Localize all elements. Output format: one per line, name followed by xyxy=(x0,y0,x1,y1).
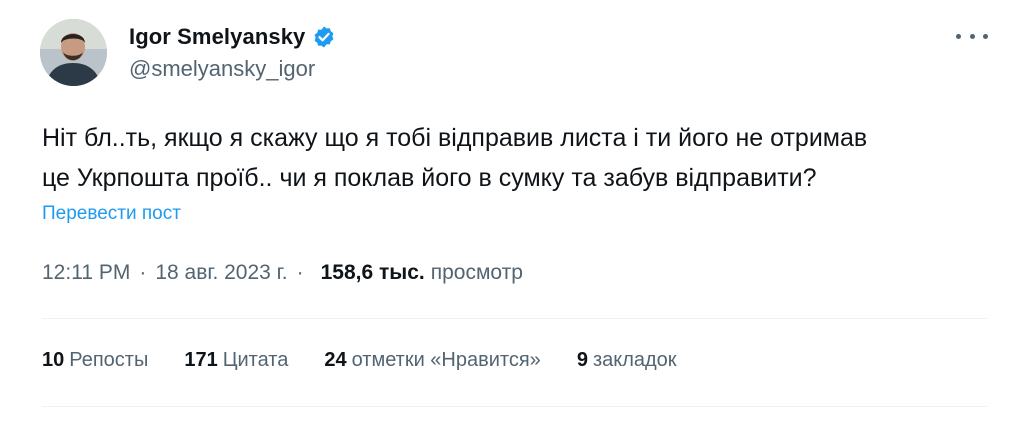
engagement-stats: 10 Репосты 171 Цитата 24 отметки «Нравится»… xyxy=(42,349,713,372)
avatar-photo xyxy=(40,19,107,86)
divider xyxy=(42,318,987,319)
verified-badge-icon[interactable] xyxy=(312,25,336,49)
more-dot xyxy=(956,33,961,39)
more-dot xyxy=(969,33,975,39)
translate-post-link[interactable]: Перевести пост xyxy=(42,203,181,225)
more-options-icon[interactable] xyxy=(956,26,988,46)
tweet-time[interactable]: 12:11 PM xyxy=(42,261,130,285)
avatar[interactable] xyxy=(40,19,107,86)
meta-separator: · xyxy=(296,261,304,284)
quotes-label: Цитата xyxy=(222,349,289,371)
likes-count: 24 xyxy=(324,349,347,371)
meta-separator: · xyxy=(139,261,147,284)
views-count: 158,6 тыс. xyxy=(320,261,425,284)
author-block: Igor Smelyansky @smelyansky_igor xyxy=(129,22,336,82)
tweet: Igor Smelyansky @smelyansky_igor Ніт бл.… xyxy=(0,0,1021,422)
tweet-meta: 12:11 PM · 18 авг. 2023 г. · 158,6 тыс. … xyxy=(42,261,523,285)
reposts-count: 10 xyxy=(42,349,65,371)
tweet-date[interactable]: 18 авг. 2023 г. xyxy=(155,261,287,285)
likes-label: отметки «Нравится» xyxy=(351,349,541,371)
divider xyxy=(42,406,987,407)
reposts-stat[interactable]: 10 Репосты xyxy=(42,349,148,372)
handle[interactable]: @smelyansky_igor xyxy=(129,56,336,82)
quotes-stat[interactable]: 171 Цитата xyxy=(184,349,288,372)
tweet-text: Ніт бл..ть, якщо я скажу що я тобі відпр… xyxy=(42,124,868,192)
display-name[interactable]: Igor Smelyansky xyxy=(129,24,305,50)
likes-stat[interactable]: 24 отметки «Нравится» xyxy=(324,349,540,372)
bookmarks-label: закладок xyxy=(592,349,677,371)
views-label: просмотр xyxy=(430,261,523,284)
quotes-count: 171 xyxy=(184,349,218,371)
more-dot xyxy=(983,33,988,39)
reposts-label: Репосты xyxy=(69,349,149,371)
name-row: Igor Smelyansky xyxy=(129,22,336,52)
bookmarks-count: 9 xyxy=(576,349,588,371)
bookmarks-stat[interactable]: 9 закладок xyxy=(577,349,677,372)
